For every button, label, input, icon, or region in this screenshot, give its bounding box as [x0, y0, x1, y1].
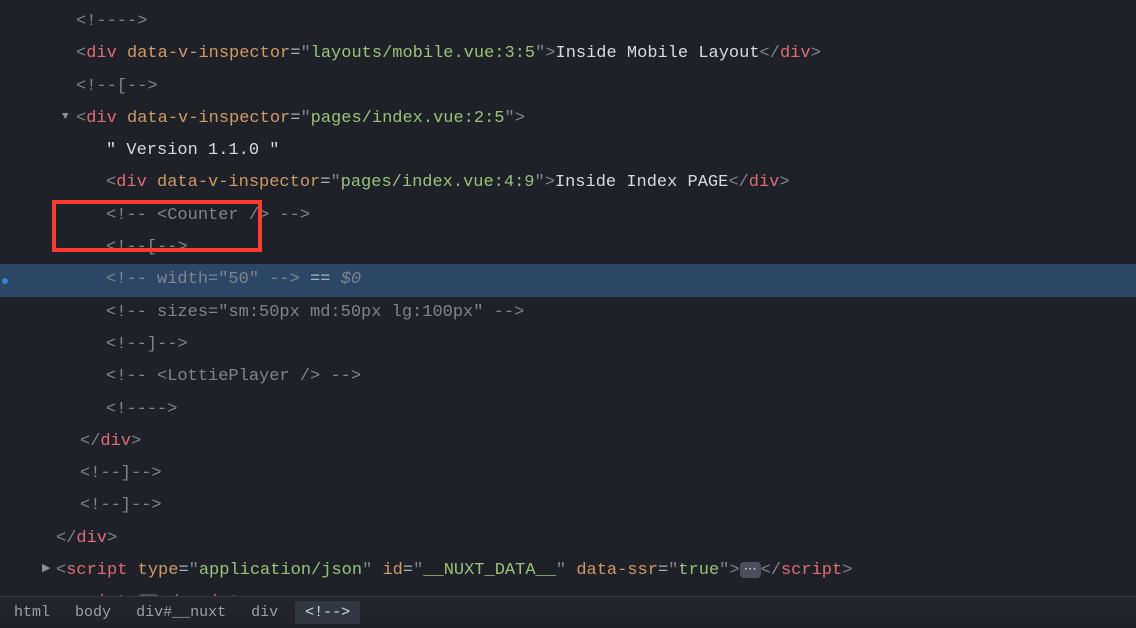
console-reference: $0	[341, 270, 361, 289]
tree-line[interactable]: <!--]-->	[0, 329, 1136, 361]
tree-line[interactable]: ▼<div data-v-inspector="pages/index.vue:…	[0, 103, 1136, 135]
attr-name: data-v-inspector	[157, 173, 320, 192]
disclosure-triangle-icon[interactable]: ▼	[62, 107, 74, 128]
tree-line[interactable]: <!-- <Counter /> -->	[0, 200, 1136, 232]
tree-line[interactable]: </div>	[0, 523, 1136, 555]
tree-line[interactable]: <!--[-->	[0, 232, 1136, 264]
comment-node: <!-- sizes="sm:50px md:50px lg:100px" --…	[106, 303, 524, 322]
comment-node: <!-- width="50" -->	[106, 270, 300, 289]
attr-value: pages/index.vue:4:9	[341, 173, 535, 192]
comment-node: <!-- <Counter /> -->	[106, 206, 310, 225]
comment-node: <!--[-->	[76, 77, 158, 96]
text-node: Inside Index PAGE	[555, 173, 728, 192]
disclosure-triangle-icon[interactable]: ▶	[42, 559, 54, 580]
tree-line-selected[interactable]: <!-- width="50" --> == $0	[0, 264, 1136, 296]
tree-line[interactable]: <!-- sizes="sm:50px md:50px lg:100px" --…	[0, 297, 1136, 329]
collapsed-ellipsis-icon[interactable]: ⋯	[740, 562, 761, 578]
breadcrumb-item[interactable]: html	[6, 604, 58, 621]
tree-line[interactable]: <!-- <LottiePlayer /> -->	[0, 361, 1136, 393]
attr-name: data-v-inspector	[127, 109, 290, 128]
breadcrumb[interactable]: html body div#__nuxt div <!-->	[0, 596, 1136, 622]
tree-line[interactable]: <!---->	[0, 394, 1136, 426]
attr-value: true	[678, 561, 719, 580]
comment-node: <!--]-->	[80, 496, 162, 515]
comment-node: <!-- <LottiePlayer /> -->	[106, 367, 361, 386]
tree-line[interactable]: <!--]-->	[0, 458, 1136, 490]
text-node: Inside Mobile Layout	[556, 44, 760, 63]
comment-node: <!---->	[76, 12, 147, 31]
breadcrumb-item-selected[interactable]: <!-->	[295, 601, 360, 624]
breadcrumb-item[interactable]: div#__nuxt	[128, 604, 234, 621]
breadcrumb-item[interactable]: body	[67, 604, 119, 621]
attr-value: __NUXT_DATA__	[423, 561, 556, 580]
text-node: " Version 1.1.0 "	[106, 141, 279, 160]
tree-line[interactable]: <!---->	[0, 6, 1136, 38]
comment-node: <!--]-->	[80, 464, 162, 483]
comment-node: <!--]-->	[106, 335, 188, 354]
dom-tree[interactable]: <!----> <div data-v-inspector="layouts/m…	[0, 0, 1136, 620]
tree-line[interactable]: ▶<script type="application/json" id="__N…	[0, 555, 1136, 587]
tree-line[interactable]: <!--[-->	[0, 71, 1136, 103]
selection-indicator-icon	[2, 278, 8, 284]
comment-node: <!--[-->	[106, 238, 188, 257]
tree-line[interactable]: </div>	[0, 426, 1136, 458]
breadcrumb-item[interactable]: div	[243, 604, 286, 621]
attr-value: layouts/mobile.vue:3:5	[311, 44, 535, 63]
attr-name: data-ssr	[576, 561, 658, 580]
comment-node: <!---->	[106, 400, 177, 419]
attr-value: pages/index.vue:2:5	[311, 109, 505, 128]
attr-name: data-v-inspector	[127, 44, 290, 63]
tree-line[interactable]: <div data-v-inspector="layouts/mobile.vu…	[0, 38, 1136, 70]
attr-value: application/json	[199, 561, 362, 580]
tree-line[interactable]: <div data-v-inspector="pages/index.vue:4…	[0, 167, 1136, 199]
tree-line[interactable]: <!--]-->	[0, 490, 1136, 522]
tree-line[interactable]: " Version 1.1.0 "	[0, 135, 1136, 167]
